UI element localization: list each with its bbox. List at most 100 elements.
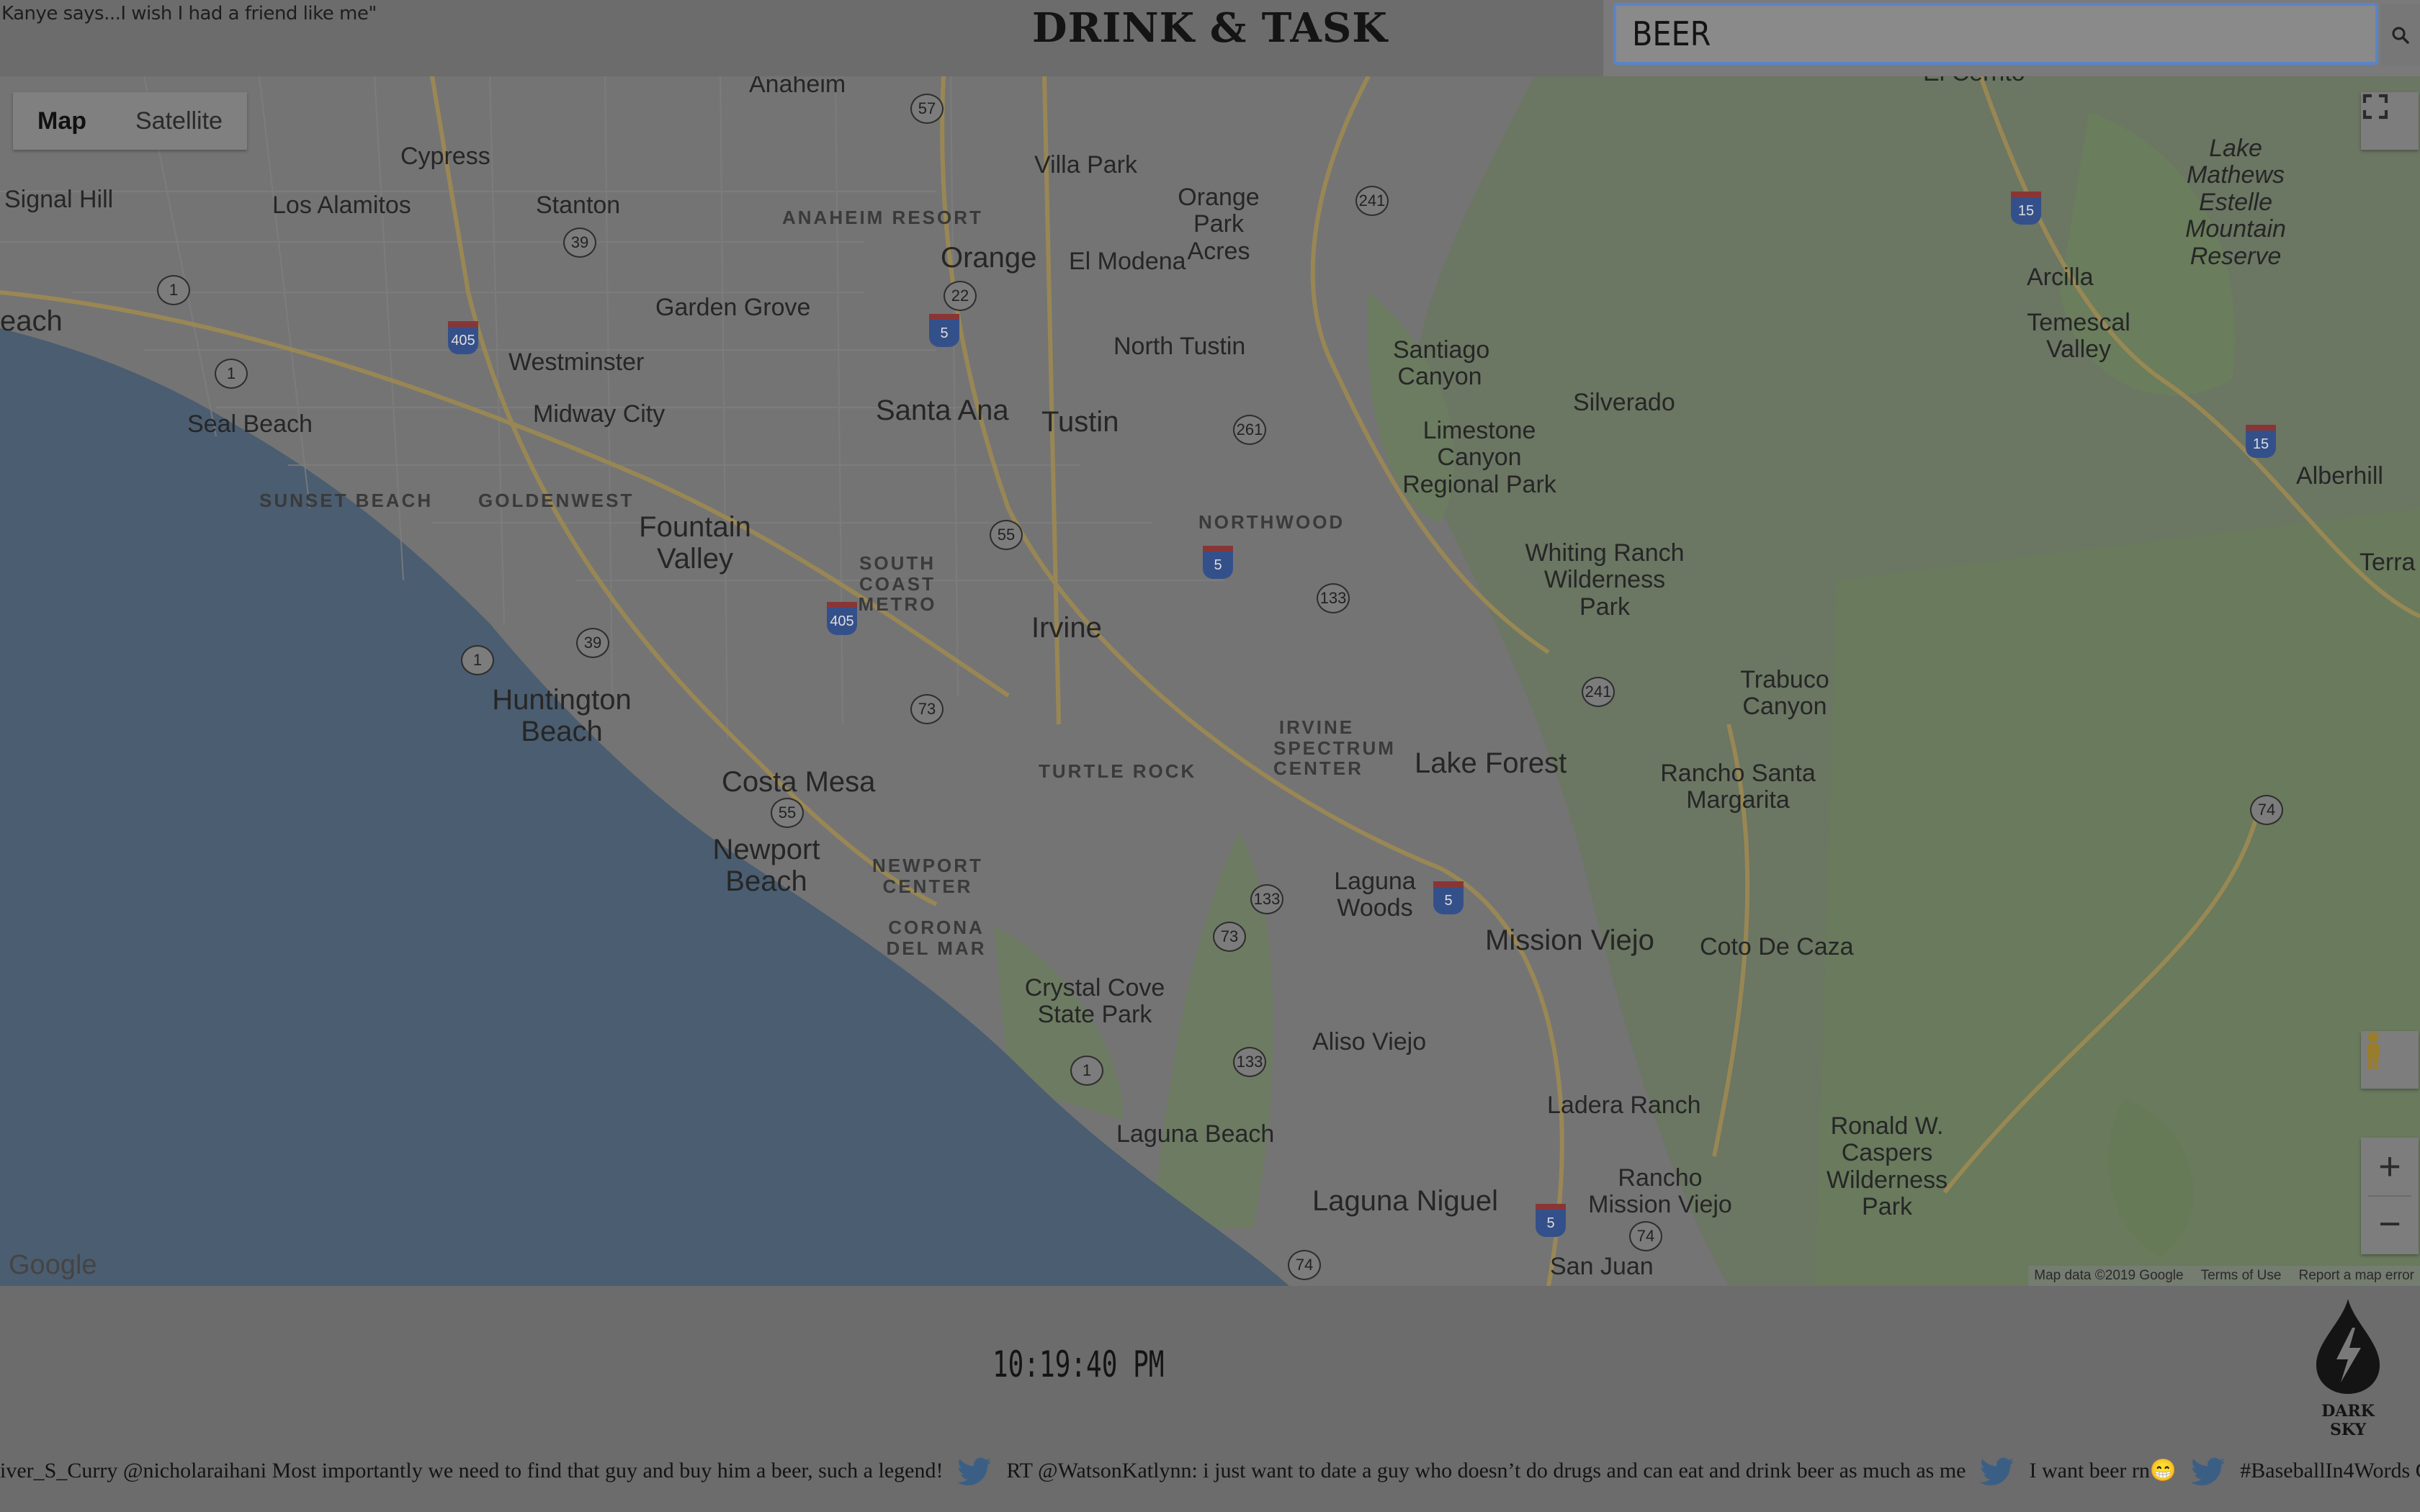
map-label: Coto De Caza	[1700, 933, 1854, 960]
interstate-shield: 15	[2246, 425, 2276, 458]
pegman-icon	[2367, 1032, 2380, 1070]
tweet-item[interactable]: iver_S_Curry @nicholaraihani Most import…	[0, 1459, 943, 1483]
route-shield: 73	[910, 694, 944, 724]
interstate-shield: 405	[448, 321, 478, 354]
map-label: each	[0, 305, 63, 337]
route-shield: 55	[990, 520, 1023, 550]
map-type-satellite-button[interactable]: Satellite	[111, 92, 247, 150]
map-label: Temescal Valley	[2027, 309, 2130, 364]
tweet-text: RT @WatsonKatlynn: i just want to date a…	[1006, 1458, 1966, 1482]
map-type-control: Map Satellite	[13, 92, 247, 150]
route-shield: 133	[1317, 583, 1350, 613]
route-shield: 1	[215, 359, 248, 389]
map-label: Limestone Canyon Regional Park	[1402, 417, 1556, 498]
map-area-label: SUNSET BEACH	[259, 490, 434, 511]
route-shield: 39	[563, 228, 596, 258]
report-map-error-link[interactable]: Report a map error	[2298, 1266, 2414, 1286]
map-label: Cypress	[400, 143, 490, 170]
map-label: Anaheim	[749, 76, 846, 98]
route-shield: 1	[157, 275, 190, 305]
search-icon	[2392, 27, 2409, 44]
map-label: Midway City	[533, 400, 666, 428]
search-box	[1603, 0, 2420, 82]
route-shield: 1	[1070, 1056, 1103, 1086]
map-area-label: NEWPORT CENTER	[872, 855, 983, 897]
map-area-label: CORONA DEL MAR	[886, 917, 987, 959]
map-label: Laguna Woods	[1334, 868, 1416, 922]
twitter-bird-icon	[1980, 1457, 2015, 1486]
twitter-bird-icon	[2191, 1457, 2226, 1486]
map-label: Silverado	[1573, 389, 1675, 416]
map-label: Ronald W. Caspers Wilderness Park	[1826, 1112, 1948, 1221]
map-label: Seal Beach	[187, 410, 313, 438]
route-shield: 74	[1288, 1250, 1321, 1280]
tweet-ticker: iver_S_Curry @nicholaraihani Most import…	[0, 1457, 2420, 1486]
zoom-in-button[interactable]: +	[2361, 1138, 2419, 1195]
map-label: Westminster	[508, 348, 645, 376]
map-label: Villa Park	[1034, 151, 1137, 179]
route-shield: 22	[944, 281, 977, 311]
map-area-label: NORTHWOOD	[1198, 511, 1345, 533]
interstate-shield: 15	[2011, 192, 2041, 225]
map-label: Orange	[941, 242, 1037, 274]
interstate-shield: 5	[1536, 1204, 1566, 1237]
route-shield: 74	[1629, 1221, 1662, 1251]
map-data-text: Map data ©2019 Google	[2034, 1268, 2184, 1283]
map-label: San Juan	[1550, 1253, 1654, 1280]
tweet-item[interactable]: I want beer rn😁	[2029, 1458, 2177, 1483]
map-area-label: ANAHEIM RESORT	[782, 207, 983, 228]
map-label: Mission Viejo	[1485, 924, 1654, 956]
route-shield: 241	[1355, 186, 1389, 216]
tweet-text: I want beer rn😁	[2029, 1458, 2177, 1482]
map-label: Garden Grove	[655, 294, 811, 321]
map-label: Tustin	[1041, 406, 1119, 438]
map-label: Ladera Ranch	[1547, 1092, 1701, 1119]
map-type-map-button[interactable]: Map	[13, 92, 111, 150]
map-label: Crystal Cove State Park	[1024, 974, 1165, 1029]
map-label: Signal Hill	[4, 186, 114, 213]
map-label: Terra	[2360, 549, 2416, 576]
map-label: Laguna Niguel	[1312, 1185, 1498, 1217]
map-label: Lake Mathews Estelle Mountain Reserve	[2185, 135, 2286, 270]
map-label: Santiago Canyon	[1393, 336, 1490, 391]
search-button[interactable]	[2381, 4, 2420, 66]
map-area-label: IRVINE SPECTRUM CENTER	[1273, 716, 1396, 780]
map-label: Whiting Ranch Wilderness Park	[1525, 539, 1685, 621]
street-view-button[interactable]	[2361, 1031, 2419, 1089]
tweet-item[interactable]: RT @WatsonKatlynn: i just want to date a…	[1006, 1459, 1966, 1483]
dark-sky-logo[interactable]: DARK SKY	[2309, 1296, 2387, 1439]
google-logo: Google	[9, 1250, 97, 1280]
map-label: Los Alamitos	[272, 192, 411, 219]
tweet-item[interactable]: #BaseballIn4Words Good times, good be	[2240, 1459, 2420, 1483]
map-label: Costa Mesa	[722, 766, 876, 798]
tweet-text: iver_S_Curry @nicholaraihani Most import…	[0, 1458, 944, 1482]
tweet-text: #BaseballIn4Words Good times, good be	[2240, 1458, 2420, 1482]
interstate-shield: 5	[929, 314, 959, 347]
route-shield: 39	[576, 628, 609, 658]
interstate-shield: 405	[827, 602, 857, 635]
interstate-shield: 5	[1203, 546, 1233, 579]
map-label: Rancho Mission Viejo	[1588, 1164, 1732, 1219]
route-shield: 241	[1582, 677, 1615, 707]
google-map[interactable]: Anaheim Cypress Villa Park Signal Hill L…	[0, 76, 2420, 1286]
map-label: Irvine	[1031, 612, 1102, 644]
route-shield: 57	[910, 94, 944, 124]
route-shield: 73	[1213, 922, 1246, 952]
map-label: Aliso Viejo	[1312, 1028, 1427, 1056]
terms-of-use-link[interactable]: Terms of Use	[2201, 1266, 2282, 1286]
search-input[interactable]	[1613, 3, 2378, 65]
map-label: El Modena	[1069, 248, 1186, 275]
map-label: Santa Ana	[876, 395, 1009, 426]
map-attribution: Map data ©2019 Google Terms of Use Repor…	[2028, 1266, 2420, 1286]
fullscreen-button[interactable]	[2361, 92, 2419, 150]
map-label: Stanton	[536, 192, 621, 219]
twitter-bird-icon	[957, 1457, 992, 1486]
zoom-out-button[interactable]: −	[2361, 1197, 2419, 1254]
route-shield: 1	[461, 645, 494, 675]
map-area-label: GOLDENWEST	[478, 490, 635, 511]
map-label: Laguna Beach	[1116, 1120, 1275, 1148]
interstate-shield: 5	[1433, 881, 1464, 914]
route-shield: 74	[2250, 795, 2283, 825]
map-label: Arcilla	[2027, 264, 2094, 291]
map-label: Alberhill	[2296, 462, 2383, 490]
